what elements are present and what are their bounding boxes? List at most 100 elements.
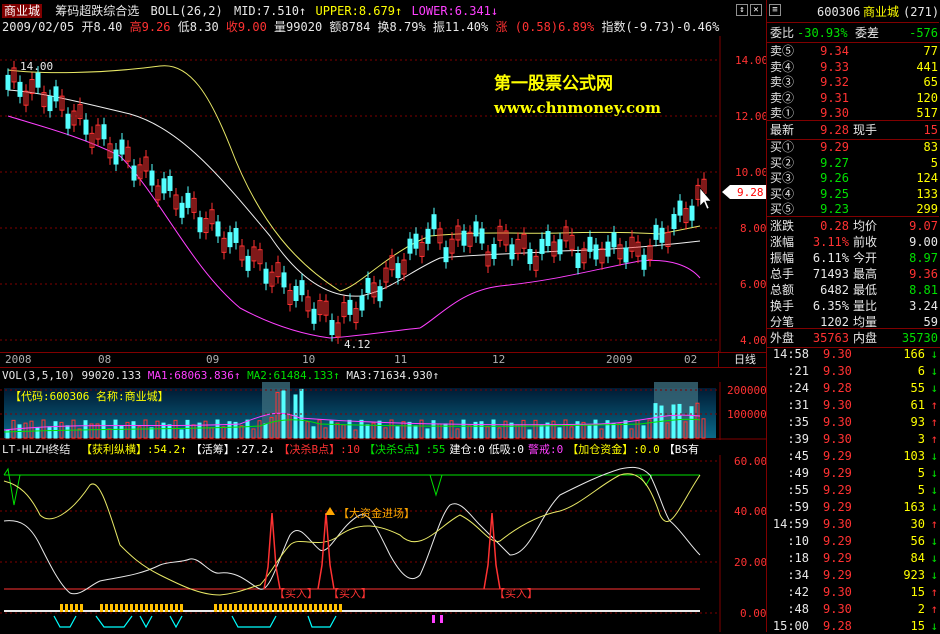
inner-label: 内盘: [853, 331, 878, 345]
weicha-label: 委差: [855, 26, 880, 40]
latest-price: 9.28: [820, 123, 849, 137]
index-value: 指数(-9.73)-0.46%: [601, 20, 720, 34]
tick-row[interactable]: :48 9.30 2 ↑: [767, 601, 940, 617]
tick-volume: 163: [903, 500, 925, 514]
date-value: 2009/02/05: [2, 20, 75, 34]
price-chart[interactable]: 14.00 4.12 14.00 12.00 10.00 8.00 6.00 4…: [0, 36, 766, 352]
quote-code: 600306: [817, 5, 861, 19]
stats-block: 涨跌 0.28 均价 9.07 涨幅 3.11% 前收 9.00 振幅 6.11% 今开 8.97 总手…: [767, 216, 939, 329]
tick-time: 14:58: [772, 347, 809, 361]
tick-volume: 5: [917, 466, 925, 480]
outer-label: 外盘: [770, 331, 795, 345]
tick-time: :59: [787, 500, 809, 514]
time-label: 11: [394, 353, 408, 366]
tick-volume: 15: [910, 585, 925, 599]
tick-row[interactable]: :21 9.30 6 ↓: [767, 363, 940, 379]
tick-row[interactable]: :49 9.29 5 ↓: [767, 465, 940, 481]
chart-header-line2: 2009/02/05 开8.40 高9.26 低8.30 收9.00 量9902…: [2, 21, 719, 34]
time-label: 2009: [606, 353, 633, 366]
tick-time: :45: [787, 449, 809, 463]
tick-time: :48: [787, 602, 809, 616]
tick-time: :10: [787, 534, 809, 548]
tick-row[interactable]: 14:59 9.30 30 ↑: [767, 516, 940, 532]
up-arrow-icon: ↑: [394, 4, 403, 18]
up-arrow-icon: ↑: [299, 4, 307, 18]
tick-direction-icon: ↑: [930, 585, 938, 599]
tick-row[interactable]: :31 9.30 61 ↑: [767, 397, 940, 413]
xianshou-label: 现手: [853, 123, 878, 137]
down-arrow-icon: ↓: [490, 4, 499, 18]
tick-direction-icon: ↑: [930, 517, 938, 531]
tick-price: 9.29: [823, 449, 852, 463]
tick-direction-icon: ↑: [930, 398, 938, 412]
menu-icon[interactable]: ≡: [769, 4, 781, 16]
watermark-title: 第一股票公式网: [494, 74, 613, 94]
weibi-row: 委比 -30.93% 委差 -576: [767, 24, 940, 43]
tick-price: 9.29: [823, 500, 852, 514]
weibi-label: 委比: [770, 26, 795, 40]
axis-divider: [718, 351, 719, 367]
indicator-axis-label: 20.00: [734, 556, 766, 569]
close-button[interactable]: ✕: [750, 4, 762, 16]
time-label: 08: [98, 353, 112, 366]
active-chips-line: [3, 473, 701, 596]
xianshou-value: 15: [923, 123, 938, 137]
tick-direction-icon: ↓: [930, 500, 938, 514]
tick-direction-icon: ↑: [930, 415, 938, 429]
tick-row[interactable]: :24 9.28 55 ↓: [767, 380, 940, 396]
tick-row[interactable]: 14:58 9.30 166 ↓: [767, 346, 940, 362]
volume-title[interactable]: VOL(3,5,10): [2, 369, 75, 382]
boll-mid: MID:7.510: [233, 4, 300, 18]
latest-row: 最新 9.28 现手 15: [767, 120, 940, 140]
chart-header-line1: 商业城 筹码超跌综合选 BOLL(26,2) MID:7.510↑ UPPER:…: [2, 4, 499, 18]
price-tick: 10.00: [735, 166, 766, 179]
tick-row[interactable]: :39 9.30 3 ↑: [767, 431, 940, 447]
stock-name-tag[interactable]: 商业城: [2, 4, 43, 18]
tick-time: :24: [787, 381, 809, 395]
tick-price: 9.30: [823, 398, 852, 412]
tick-row[interactable]: :42 9.30 15 ↑: [767, 584, 940, 600]
up-arrow-button[interactable]: ↕: [736, 4, 748, 16]
tick-row[interactable]: :10 9.29 56 ↓: [767, 533, 940, 549]
boll-lower: LOWER:6.341: [411, 4, 491, 18]
low-annotation: 4.12: [344, 338, 371, 351]
tick-direction-icon: ↓: [930, 551, 938, 565]
tick-time: 14:59: [772, 517, 809, 531]
tick-direction-icon: ↓: [930, 381, 938, 395]
b-spike-lines: [263, 512, 501, 590]
tick-time: :49: [787, 466, 809, 480]
tick-price: 9.29: [823, 568, 852, 582]
main-chart-area[interactable]: 商业城 筹码超跌综合选 BOLL(26,2) MID:7.510↑ UPPER:…: [0, 0, 766, 632]
tick-row[interactable]: :59 9.29 163 ↓: [767, 499, 940, 515]
tick-time: :39: [787, 432, 809, 446]
tick-volume: 166: [903, 347, 925, 361]
turnover-value: 换8.79%: [377, 20, 426, 34]
tick-price: 9.29: [823, 534, 852, 548]
amount-value: 额8784: [329, 20, 371, 34]
tick-volume: 61: [910, 398, 925, 412]
tick-time: :34: [787, 568, 809, 582]
tick-volume: 5: [917, 483, 925, 497]
boll-upper: UPPER:8.679: [315, 4, 395, 18]
price-tick: 12.00: [735, 110, 766, 123]
volume-value: 量99020: [274, 20, 323, 34]
tick-row[interactable]: :35 9.30 93 ↑: [767, 414, 940, 430]
indicator-chart[interactable]: 60.00 40.00 20.00 0.00 【大资金进场】 【买入】 【买入】…: [0, 455, 766, 632]
tick-volume: 923: [903, 568, 925, 582]
tick-row[interactable]: :18 9.29 84 ↓: [767, 550, 940, 566]
tick-row[interactable]: :45 9.29 103 ↓: [767, 448, 940, 464]
tick-row[interactable]: :34 9.29 923 ↓: [767, 567, 940, 583]
price-tick: 6.00: [740, 278, 766, 291]
tick-price: 9.28: [823, 381, 852, 395]
big-money-label: 【大资金进场】: [338, 506, 415, 520]
indicator-name[interactable]: 筹码超跌综合选: [55, 4, 139, 18]
watermark-url: www.chnmoney.com: [494, 99, 661, 117]
period-button[interactable]: 日线: [734, 353, 756, 366]
time-axis: 2008 08 09 10 11 12 2009 02 日线: [0, 351, 766, 368]
tick-price: 9.30: [823, 432, 852, 446]
tick-row[interactable]: :55 9.29 5 ↓: [767, 482, 940, 498]
tick-volume: 56: [910, 534, 925, 548]
tick-price: 9.29: [823, 551, 852, 565]
low-value: 低8.30: [177, 20, 219, 34]
latest-label: 最新: [770, 123, 795, 137]
